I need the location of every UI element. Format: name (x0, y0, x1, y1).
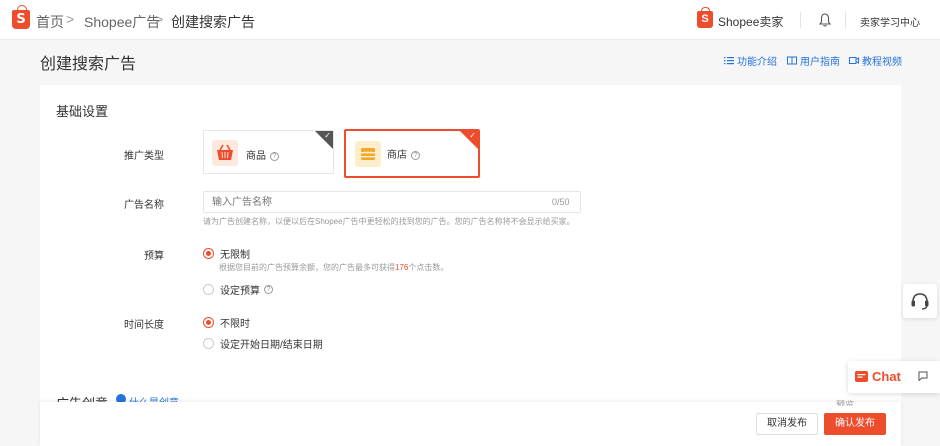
confirm-publish-button[interactable]: 确认发布 (824, 413, 886, 435)
basic-settings-title: 基础设置 (56, 104, 109, 119)
top-navigation-bar: S 首页 > Shopee广告 > 创建搜索广告 S Shopee卖家 卖家学习… (0, 0, 940, 40)
breadcrumb-home[interactable]: 首页 (36, 12, 64, 32)
expand-chat-icon[interactable] (918, 371, 928, 381)
budget-set-option[interactable]: 设定预算? (203, 282, 273, 297)
preview-button-partial[interactable]: 预览 (836, 398, 854, 406)
chat-label: Chat (872, 369, 901, 384)
headset-icon (911, 293, 929, 310)
book-icon (787, 56, 797, 65)
video-icon (849, 57, 859, 64)
chat-bubble-icon (855, 371, 868, 382)
list-icon (724, 57, 734, 65)
ad-name-hint: 请为广告创建名称，以便以后在Shopee广告中更轻松的找到您的广告。您的广告名称… (203, 217, 575, 226)
basic-settings-card: 基础设置 推广类型 ✓ 商品? ✓ 商店? 广告名称 输入广告名称 0/50 请… (40, 85, 901, 446)
budget-unlimited-text: 无限制 (220, 250, 250, 261)
radio-selected[interactable] (203, 248, 214, 259)
duration-set-dates-option[interactable]: 设定开始日期/结束日期 (203, 336, 323, 351)
feature-intro-link[interactable]: 功能介绍 (724, 53, 777, 68)
divider (845, 12, 846, 28)
shop-text: 商店 (387, 150, 407, 161)
user-guide-label: 用户指南 (800, 57, 840, 68)
breadcrumb-separator: > (155, 11, 164, 27)
promo-type-product-label: 商品? (246, 147, 279, 162)
promo-type-product-option[interactable]: ✓ 商品? (203, 130, 334, 174)
ad-name-label: 广告名称 (124, 200, 164, 211)
help-question-icon[interactable]: ? (264, 285, 273, 294)
budget-unlimited-option[interactable]: 无限制 (203, 246, 250, 261)
radio-unselected[interactable] (203, 338, 214, 349)
product-text: 商品 (246, 151, 266, 162)
logo-letter: S (16, 12, 26, 27)
duration-unlimited-text: 不限时 (220, 319, 250, 330)
duration-label: 时间长度 (124, 320, 164, 331)
duration-set-dates-text: 设定开始日期/结束日期 (220, 340, 323, 351)
duration-unlimited-option[interactable]: 不限时 (203, 315, 250, 330)
bottom-action-bar: 取消发布 确认发布 (40, 402, 901, 446)
shopee-seller-logo-icon: S (697, 7, 713, 28)
divider (800, 12, 801, 28)
promo-type-label: 推广类型 (124, 151, 164, 162)
budget-label: 预算 (144, 251, 164, 262)
notification-bell-icon[interactable] (819, 13, 831, 27)
radio-selected[interactable] (203, 317, 214, 328)
check-icon: ✓ (469, 131, 476, 140)
shopee-logo-icon[interactable]: S (12, 5, 30, 29)
radio-unselected[interactable] (203, 284, 214, 295)
help-question-icon[interactable]: ? (270, 151, 279, 161)
basket-icon (212, 140, 238, 166)
max-clicks-count: 176 (395, 263, 409, 272)
breadcrumb-separator: > (66, 11, 75, 27)
cancel-publish-button[interactable]: 取消发布 (756, 413, 818, 435)
chat-widget[interactable]: Chat (848, 361, 940, 393)
seller-learning-center-link[interactable]: 卖家学习中心 (860, 14, 920, 29)
help-question-icon[interactable]: ? (411, 150, 420, 160)
seller-brand-label[interactable]: Shopee卖家 (718, 13, 783, 30)
budget-set-text: 设定预算 (220, 286, 260, 297)
tutorial-video-link[interactable]: 教程视频 (849, 53, 902, 68)
promo-type-shop-label: 商店? (387, 146, 420, 161)
user-guide-link[interactable]: 用户指南 (787, 53, 840, 68)
check-icon: ✓ (324, 131, 331, 140)
page-title: 创建搜索广告 (40, 56, 137, 73)
promo-type-shop-option[interactable]: ✓ 商店? (344, 129, 480, 178)
ad-name-input[interactable] (203, 191, 581, 213)
customer-support-button[interactable] (903, 284, 937, 318)
shop-icon (355, 141, 381, 167)
ad-name-char-counter: 0/50 (552, 197, 570, 207)
breadcrumb-shopee-ads[interactable]: Shopee广告 (84, 12, 160, 32)
budget-hint: 根据您目前的广告预算余额，您的广告最多可获得176个点击数。 (219, 262, 448, 273)
budget-hint-prefix: 根据您目前的广告预算余额，您的广告最多可获得 (219, 263, 395, 272)
budget-hint-suffix: 个点击数。 (408, 263, 449, 272)
breadcrumb-current: 创建搜索广告 (171, 14, 255, 30)
feature-intro-label: 功能介绍 (737, 57, 777, 68)
tutorial-video-label: 教程视频 (862, 57, 902, 68)
brand-letter: S (701, 13, 709, 25)
